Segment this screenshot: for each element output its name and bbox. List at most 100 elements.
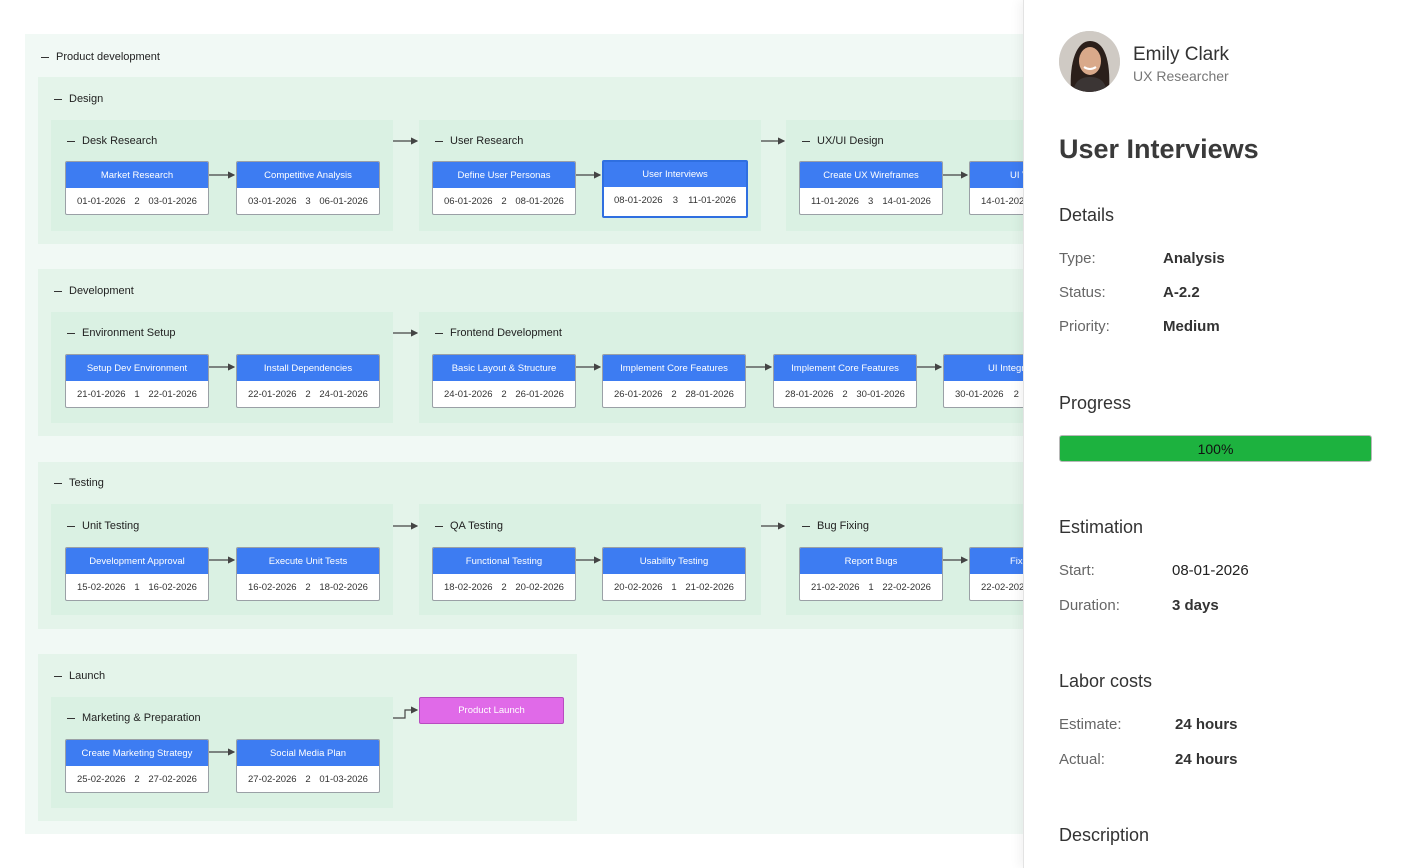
details-heading: Details xyxy=(1059,205,1115,225)
task-title: User Interviews xyxy=(1059,134,1259,164)
group-title[interactable]: Frontend Development xyxy=(435,327,562,339)
collapse-icon[interactable] xyxy=(67,717,75,719)
task-end: 22-01-2026 xyxy=(148,388,197,400)
task-card[interactable]: Development Approval 15-02-2026 1 16-02-20… xyxy=(65,547,209,601)
task-duration: 1 xyxy=(868,581,874,593)
task-card[interactable]: Market Research 01-01-2026 2 03-01-2026 xyxy=(65,161,209,215)
task-name: Basic Layout & Structure xyxy=(433,355,575,381)
priority-value: Medium xyxy=(1163,318,1220,335)
estimate-value: 24 hours xyxy=(1175,716,1238,733)
task-duration: 2 xyxy=(501,581,507,593)
task-start: 26-01-2026 xyxy=(614,388,663,400)
collapse-icon[interactable] xyxy=(54,675,62,677)
collapse-icon[interactable] xyxy=(67,525,75,527)
group-title[interactable]: User Research xyxy=(435,135,523,147)
task-duration: 3 xyxy=(305,195,311,207)
collapse-icon[interactable] xyxy=(41,56,49,58)
group-title[interactable]: Unit Testing xyxy=(67,520,139,532)
user-role: UX Researcher xyxy=(1133,68,1229,84)
task-card[interactable]: Define User Personas 06-01-2026 2 08-01-20… xyxy=(432,161,576,215)
task-card[interactable]: Fix 22-02-202 xyxy=(969,547,1023,601)
task-card[interactable]: Functional Testing 18-02-2026 2 20-02-2026 xyxy=(432,547,576,601)
estimation-heading: Estimation xyxy=(1059,517,1144,537)
group-title[interactable]: Environment Setup xyxy=(67,327,176,339)
phase-title[interactable]: Design xyxy=(54,93,103,105)
group-title[interactable]: Desk Research xyxy=(67,135,157,147)
task-card[interactable]: UI Integr 30-01-2026 2 xyxy=(943,354,1023,408)
project-title[interactable]: Product development xyxy=(41,51,160,63)
collapse-icon[interactable] xyxy=(54,98,62,100)
start-value: 08-01-2026 xyxy=(1172,562,1249,579)
user-avatar-photo[interactable] xyxy=(1059,31,1120,92)
task-start: 15-02-2026 xyxy=(77,581,126,593)
task-start: 28-01-2026 xyxy=(785,388,834,400)
task-card[interactable]: Report Bugs 21-02-2026 1 22-02-2026 xyxy=(799,547,943,601)
task-card[interactable]: Execute Unit Tests 16-02-2026 2 18-02-2026 xyxy=(236,547,380,601)
task-card[interactable]: Create Marketing Strategy 25-02-2026 2 27-… xyxy=(65,739,209,793)
labor-heading: Labor costs xyxy=(1059,671,1153,691)
task-end: 20-02-2026 xyxy=(515,581,564,593)
task-card[interactable]: Implement Core Features 28-01-2026 2 30-01… xyxy=(773,354,917,408)
task-end: 03-01-2026 xyxy=(148,195,197,207)
collapse-icon[interactable] xyxy=(67,332,75,334)
milestone-product-launch[interactable]: Product Launch xyxy=(419,697,564,724)
collapse-icon[interactable] xyxy=(802,525,810,527)
task-end: 22-02-2026 xyxy=(882,581,931,593)
group-title[interactable]: Marketing & Preparation xyxy=(67,712,201,724)
task-duration: 2 xyxy=(1013,388,1019,400)
task-start: 06-01-2026 xyxy=(444,195,493,207)
task-duration: 3 xyxy=(672,194,678,206)
phase-title[interactable]: Testing xyxy=(54,477,104,489)
collapse-icon[interactable] xyxy=(802,140,810,142)
task-card[interactable]: Competitive Analysis 03-01-2026 3 06-01-20… xyxy=(236,161,380,215)
status-label: Status: xyxy=(1059,284,1106,301)
task-card[interactable]: Implement Core Features 26-01-2026 2 28-01… xyxy=(602,354,746,408)
task-card[interactable]: Basic Layout & Structure 24-01-2026 2 26-0… xyxy=(432,354,576,408)
collapse-icon[interactable] xyxy=(435,525,443,527)
progress-bar[interactable]: 100% xyxy=(1059,435,1372,462)
task-card[interactable]: Install Dependencies 22-01-2026 2 24-01-20… xyxy=(236,354,380,408)
task-duration: 1 xyxy=(134,581,140,593)
task-card[interactable]: UI V 14-01-202 xyxy=(969,161,1023,215)
task-name: Create Marketing Strategy xyxy=(66,740,208,766)
group-title[interactable]: QA Testing xyxy=(435,520,503,532)
task-duration: 1 xyxy=(134,388,140,400)
task-name: User Interviews xyxy=(604,162,746,187)
user-name: Emily Clark xyxy=(1133,44,1230,65)
task-start: 16-02-2026 xyxy=(248,581,297,593)
task-card-selected[interactable]: User Interviews 08-01-2026 3 11-01-2026 xyxy=(602,160,748,218)
task-card[interactable]: Setup Dev Environment 21-01-2026 1 22-01-2… xyxy=(65,354,209,408)
group-title[interactable]: UX/UI Design xyxy=(802,135,884,147)
collapse-icon[interactable] xyxy=(54,482,62,484)
task-duration: 2 xyxy=(134,195,140,207)
phase-title[interactable]: Launch xyxy=(54,670,105,682)
collapse-icon[interactable] xyxy=(67,140,75,142)
collapse-icon[interactable] xyxy=(435,332,443,334)
type-value: Analysis xyxy=(1163,250,1225,267)
task-duration: 2 xyxy=(305,581,311,593)
task-start: 08-01-2026 xyxy=(614,194,663,206)
task-start: 25-02-2026 xyxy=(77,773,126,785)
task-end: 14-01-2026 xyxy=(882,195,931,207)
phase-title[interactable]: Development xyxy=(54,285,134,297)
task-start: 22-02-202 xyxy=(981,581,1023,593)
group-title[interactable]: Bug Fixing xyxy=(802,520,869,532)
task-duration: 2 xyxy=(501,388,507,400)
task-card[interactable]: Social Media Plan 27-02-2026 2 01-03-2026 xyxy=(236,739,380,793)
priority-label: Priority: xyxy=(1059,318,1110,335)
gantt-canvas[interactable]: Product development Design Desk Research… xyxy=(0,0,1023,868)
task-start: 03-01-2026 xyxy=(248,195,297,207)
collapse-icon[interactable] xyxy=(435,140,443,142)
task-start: 21-02-2026 xyxy=(811,581,860,593)
task-duration: 3 xyxy=(867,195,874,207)
estimate-label: Estimate: xyxy=(1059,716,1122,733)
task-end: 21-02-2026 xyxy=(685,581,734,593)
collapse-icon[interactable] xyxy=(54,290,62,292)
task-card[interactable]: Create UX Wireframes 11-01-2026 3 14-01-20… xyxy=(799,161,943,215)
task-end: 16-02-2026 xyxy=(148,581,197,593)
task-duration: 2 xyxy=(671,388,677,400)
task-card[interactable]: Usability Testing 20-02-2026 1 21-02-2026 xyxy=(602,547,746,601)
actual-value: 24 hours xyxy=(1175,751,1238,768)
task-start: 20-02-2026 xyxy=(614,581,663,593)
task-name: UI Integr xyxy=(944,355,1023,381)
